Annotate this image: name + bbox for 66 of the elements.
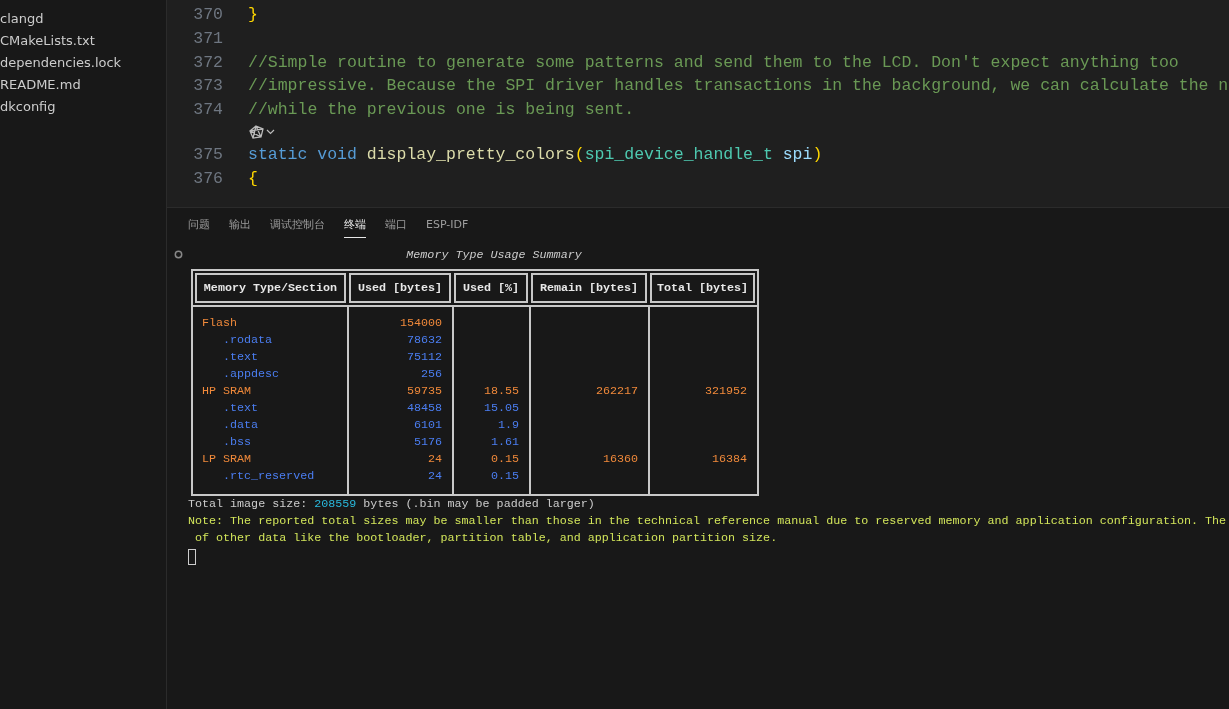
file-item[interactable]: CMakeLists.txt [0, 30, 166, 52]
table-cell: 256 [420, 366, 442, 383]
table-cell: 262217 [595, 383, 638, 400]
table-cell: 1.61 [490, 434, 519, 451]
panel-tab[interactable]: 端口 [385, 217, 407, 237]
line-number: 370 [192, 4, 223, 26]
panel-tab[interactable]: 问题 [188, 217, 210, 237]
terminal-cursor [188, 549, 196, 565]
file-item[interactable]: dependencies.lock [0, 52, 166, 74]
panel-tab[interactable]: 调试控制台 [270, 217, 325, 237]
table-cell: 6101 [413, 417, 442, 434]
table-cell-text: .data [222, 417, 259, 434]
column-header: Used [%] [454, 273, 528, 303]
code-line: //while the previous one is being sent. [248, 99, 635, 122]
table-cell-text: .bss [222, 434, 252, 451]
line-number: 376 [192, 167, 223, 190]
table-cell: 321952 [704, 383, 747, 400]
table-cell-text: .appdesc [222, 366, 280, 383]
table-cell-text: .rtc_reserved [222, 468, 315, 485]
panel-tab[interactable]: 输出 [229, 217, 251, 237]
table-cell: 48458 [406, 400, 442, 417]
table-cell-text: .text [222, 349, 259, 366]
table-title: Memory Type Usage Summary [405, 247, 582, 262]
table-cell: 24 [427, 451, 442, 468]
line-number: 372 [192, 51, 223, 74]
table-cell-text: .text [222, 400, 259, 417]
table-cell: 0.15 [490, 451, 519, 468]
panel-tab[interactable]: ESP-IDF [426, 217, 469, 237]
terminal-line: Note: The reported total sizes may be smaller than those in the technical reference manual due to reserved memory and application configuration. The [188, 513, 1228, 530]
line-number: 373 [192, 75, 223, 98]
chevron-down-icon[interactable] [266, 129, 275, 136]
file-item[interactable]: dkconfig [0, 96, 166, 118]
table-cell: 5176 [413, 434, 442, 451]
table-cell: 18.55 [483, 383, 519, 400]
circle-icon [174, 250, 183, 259]
table-cell: 1.9 [497, 417, 519, 434]
code-line: } [248, 4, 258, 26]
code-line: static void display_pretty_colors(spi_device_handle_t spi) [248, 144, 823, 166]
table-cell-text: Flash [201, 315, 238, 332]
terminal-line: of other data like the bootloader, partition table, and application partition size. [194, 530, 779, 547]
table-cell: 16360 [602, 451, 638, 468]
line-number: 375 [192, 144, 223, 166]
panel-tab[interactable]: 终端 [344, 217, 366, 238]
table-cell: 59735 [406, 383, 442, 400]
file-item[interactable]: clangd [0, 8, 166, 30]
line-number: 371 [192, 27, 223, 50]
table-cell-text: HP SRAM [201, 383, 252, 400]
table-cell-text: LP SRAM [201, 451, 252, 468]
terminal-line: Total image size: 208559 bytes (.bin may be padded larger) [188, 496, 596, 513]
code-line: { [248, 167, 258, 190]
table-cell: 78632 [406, 332, 442, 349]
code-line: //Simple routine to generate some patterns and send them to the LCD. Don't expect anything too [248, 51, 1179, 74]
column-header: Remain [bytes] [531, 273, 647, 303]
table-cell-text: .rodata [222, 332, 273, 349]
line-number: 374 [192, 99, 223, 122]
file-item[interactable]: README.md [0, 74, 166, 96]
table-cell: 16384 [711, 451, 747, 468]
column-header: Used [bytes] [349, 273, 451, 303]
code-line: //impressive. Because the SPI driver handles transactions in the background, we can calculate the n [248, 75, 1229, 98]
table-cell: 154000 [399, 315, 442, 332]
column-header: Total [bytes] [650, 273, 755, 303]
table-cell: 75112 [406, 349, 442, 366]
table-cell: 24 [427, 468, 442, 485]
table-cell: 0.15 [490, 468, 519, 485]
table-cell: 15.05 [483, 400, 519, 417]
column-header: Memory Type/Section [195, 273, 346, 303]
